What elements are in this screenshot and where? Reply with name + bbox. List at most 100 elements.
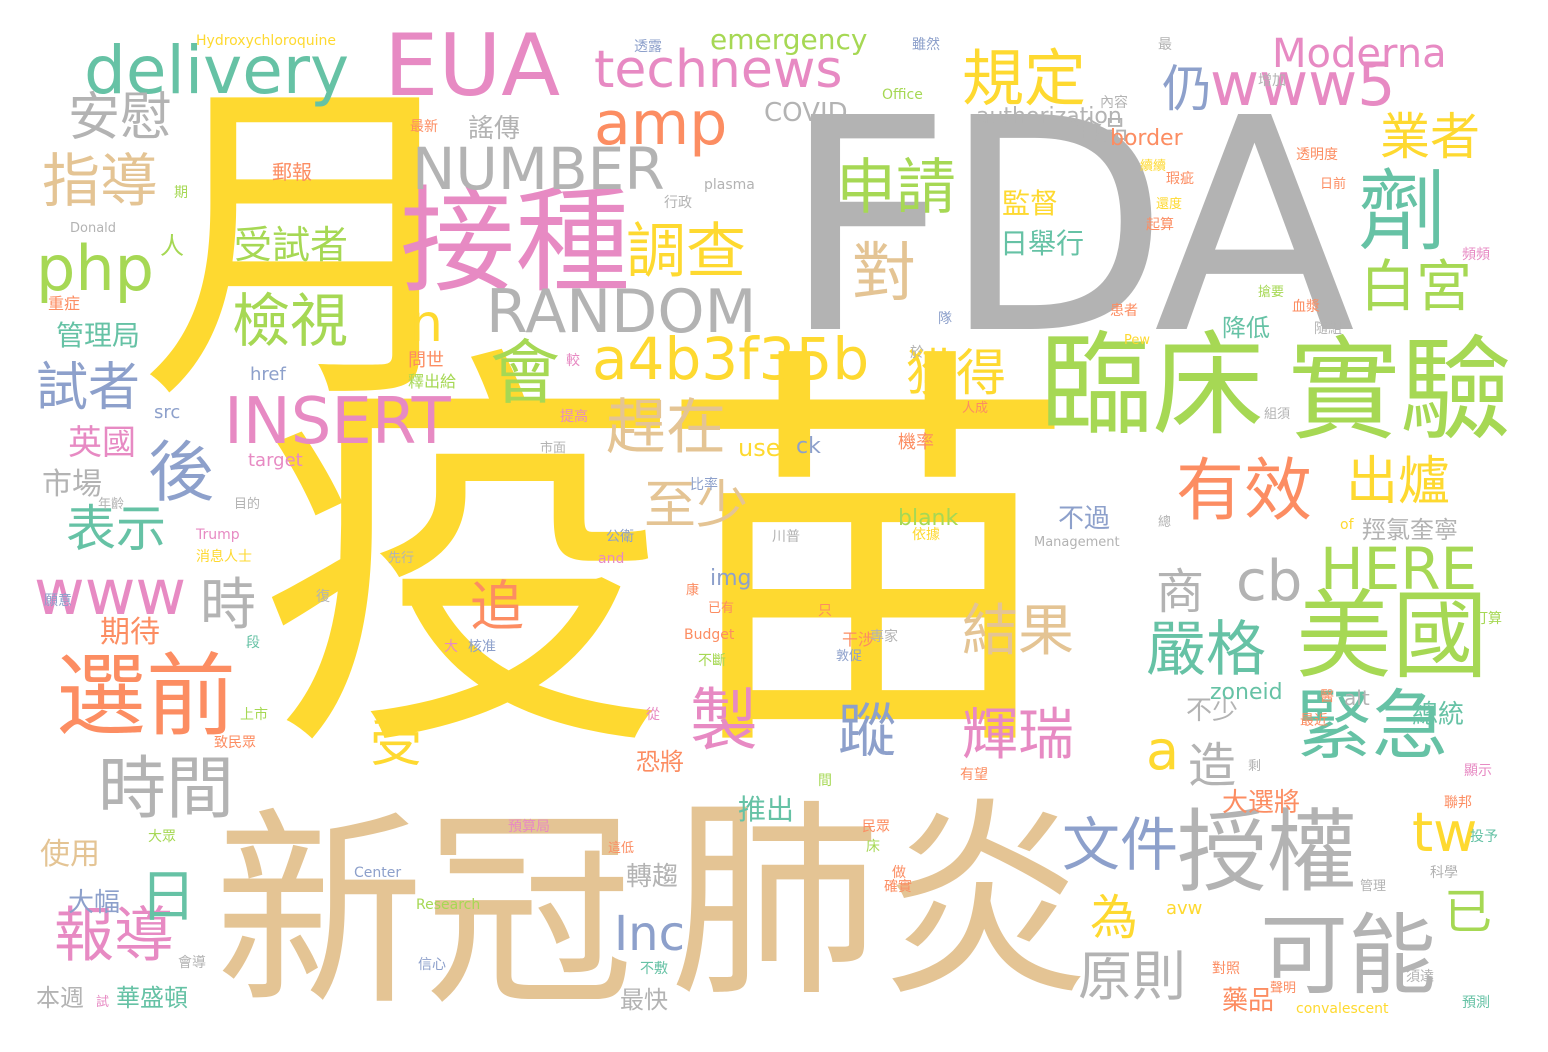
word: 授權 bbox=[1177, 800, 1357, 905]
word: 結果 bbox=[962, 599, 1074, 664]
word: 行政 bbox=[664, 195, 692, 211]
word: 華盛頓 bbox=[116, 984, 188, 1012]
word: 為 bbox=[1090, 890, 1139, 946]
word: Center bbox=[354, 865, 402, 881]
word-cloud: 疫苗 FDA 月 新冠 肺炎 接種 臨床 實驗 EUA 授權 美國 可能 tec… bbox=[0, 0, 1548, 1052]
word: avw bbox=[1166, 898, 1203, 919]
word: 打算 bbox=[1474, 611, 1502, 627]
word: 醫 bbox=[1320, 689, 1334, 705]
word: 新冠 bbox=[214, 790, 635, 1035]
word: 日舉行 bbox=[1000, 227, 1085, 260]
word: 提高 bbox=[560, 409, 588, 425]
word: 聯邦 bbox=[1444, 795, 1472, 811]
word: 聲明 bbox=[1270, 981, 1297, 996]
word: 這低 bbox=[608, 841, 635, 856]
word: 先行 bbox=[388, 551, 415, 566]
word: Research bbox=[416, 897, 481, 913]
word: 透明度 bbox=[1296, 147, 1338, 163]
word: border bbox=[1110, 126, 1183, 151]
word: 血漿 bbox=[1292, 299, 1320, 315]
word: 不過 bbox=[1058, 504, 1111, 534]
word: INSERT bbox=[224, 385, 451, 459]
word: 會 bbox=[490, 332, 560, 414]
word: target bbox=[248, 450, 303, 471]
word: tw bbox=[1412, 801, 1478, 864]
word: 確實 bbox=[884, 879, 912, 895]
word: 從 bbox=[646, 707, 660, 723]
word: 文件 bbox=[1062, 811, 1179, 879]
word: 有望 bbox=[960, 767, 988, 783]
word: 實驗 bbox=[1288, 326, 1512, 456]
word: 已 bbox=[1444, 884, 1493, 940]
word: 願意 bbox=[44, 593, 72, 609]
word: php bbox=[36, 232, 155, 305]
word: Moderna bbox=[1272, 31, 1447, 77]
word: 不斷 bbox=[698, 653, 726, 669]
word: 仍 bbox=[1162, 60, 1212, 118]
word: Trump bbox=[196, 527, 240, 543]
word: 川普 bbox=[772, 529, 800, 545]
word: 商 bbox=[1156, 564, 1205, 620]
word: and bbox=[598, 551, 625, 567]
word: 預算局 bbox=[508, 819, 550, 835]
word: 頻頻 bbox=[1462, 247, 1490, 263]
word: 管理局 bbox=[56, 319, 141, 352]
word: 管理 bbox=[1360, 879, 1387, 894]
word: 問世 bbox=[408, 350, 444, 371]
word: 只 bbox=[818, 603, 832, 619]
word: 最新 bbox=[410, 119, 438, 135]
word: 指導 bbox=[42, 147, 159, 215]
word: 追 bbox=[470, 575, 524, 638]
word: 會導 bbox=[178, 955, 206, 971]
word: 監督 bbox=[1002, 187, 1059, 220]
word: 受 bbox=[370, 714, 423, 774]
word: 郵報 bbox=[272, 160, 312, 184]
word: 科學 bbox=[1430, 865, 1458, 881]
word: 消息人士 bbox=[196, 549, 252, 565]
word: 最近 bbox=[1300, 713, 1328, 729]
word: 羥氯奎寧 bbox=[1362, 516, 1458, 544]
word: 專家 bbox=[870, 629, 898, 645]
word: 大 bbox=[444, 639, 458, 655]
word: ck bbox=[796, 434, 821, 459]
word: 出爐 bbox=[1346, 452, 1451, 512]
word: 顯示 bbox=[1464, 763, 1492, 779]
word: 期 bbox=[174, 185, 188, 201]
word: 機率 bbox=[898, 432, 934, 453]
word: 後 bbox=[148, 434, 214, 511]
word: 申請 bbox=[836, 153, 956, 223]
word: Hydroxychloroquine bbox=[196, 33, 337, 49]
word: 目的 bbox=[234, 497, 261, 512]
word: 增加 bbox=[1258, 73, 1286, 89]
word: src bbox=[154, 402, 181, 423]
word: 不敷 bbox=[640, 961, 668, 977]
word: 時 bbox=[200, 573, 256, 638]
word: 蹤 bbox=[838, 697, 897, 765]
word: 公衛 bbox=[606, 529, 634, 545]
word: 須達 bbox=[1406, 969, 1434, 985]
word: 試者 bbox=[36, 358, 141, 418]
word: Donald bbox=[70, 221, 117, 236]
word: Management bbox=[1034, 535, 1120, 550]
word: 藥品 bbox=[1222, 986, 1275, 1016]
word: 最 bbox=[1158, 37, 1172, 53]
word: 重症 bbox=[48, 294, 81, 313]
word: zoneid bbox=[1210, 680, 1283, 705]
word: a4b3f35b bbox=[592, 325, 870, 393]
word: 原則 bbox=[1078, 945, 1186, 1008]
word: 市場 bbox=[42, 467, 102, 502]
word: 大眾 bbox=[148, 829, 176, 845]
word: 段 bbox=[246, 635, 260, 651]
word: use bbox=[738, 434, 781, 462]
word: 市面 bbox=[540, 441, 567, 456]
word: HERE bbox=[1320, 535, 1478, 603]
word: amp bbox=[594, 89, 728, 159]
word: 業者 bbox=[1380, 108, 1480, 166]
word: 雖然 bbox=[912, 37, 940, 53]
word: 降低 bbox=[1222, 314, 1270, 342]
word: 最快 bbox=[620, 986, 668, 1014]
word: 康 bbox=[686, 583, 700, 598]
word: Budget bbox=[684, 627, 735, 643]
word: 投予 bbox=[1470, 829, 1498, 845]
word: 民眾 bbox=[862, 819, 890, 835]
